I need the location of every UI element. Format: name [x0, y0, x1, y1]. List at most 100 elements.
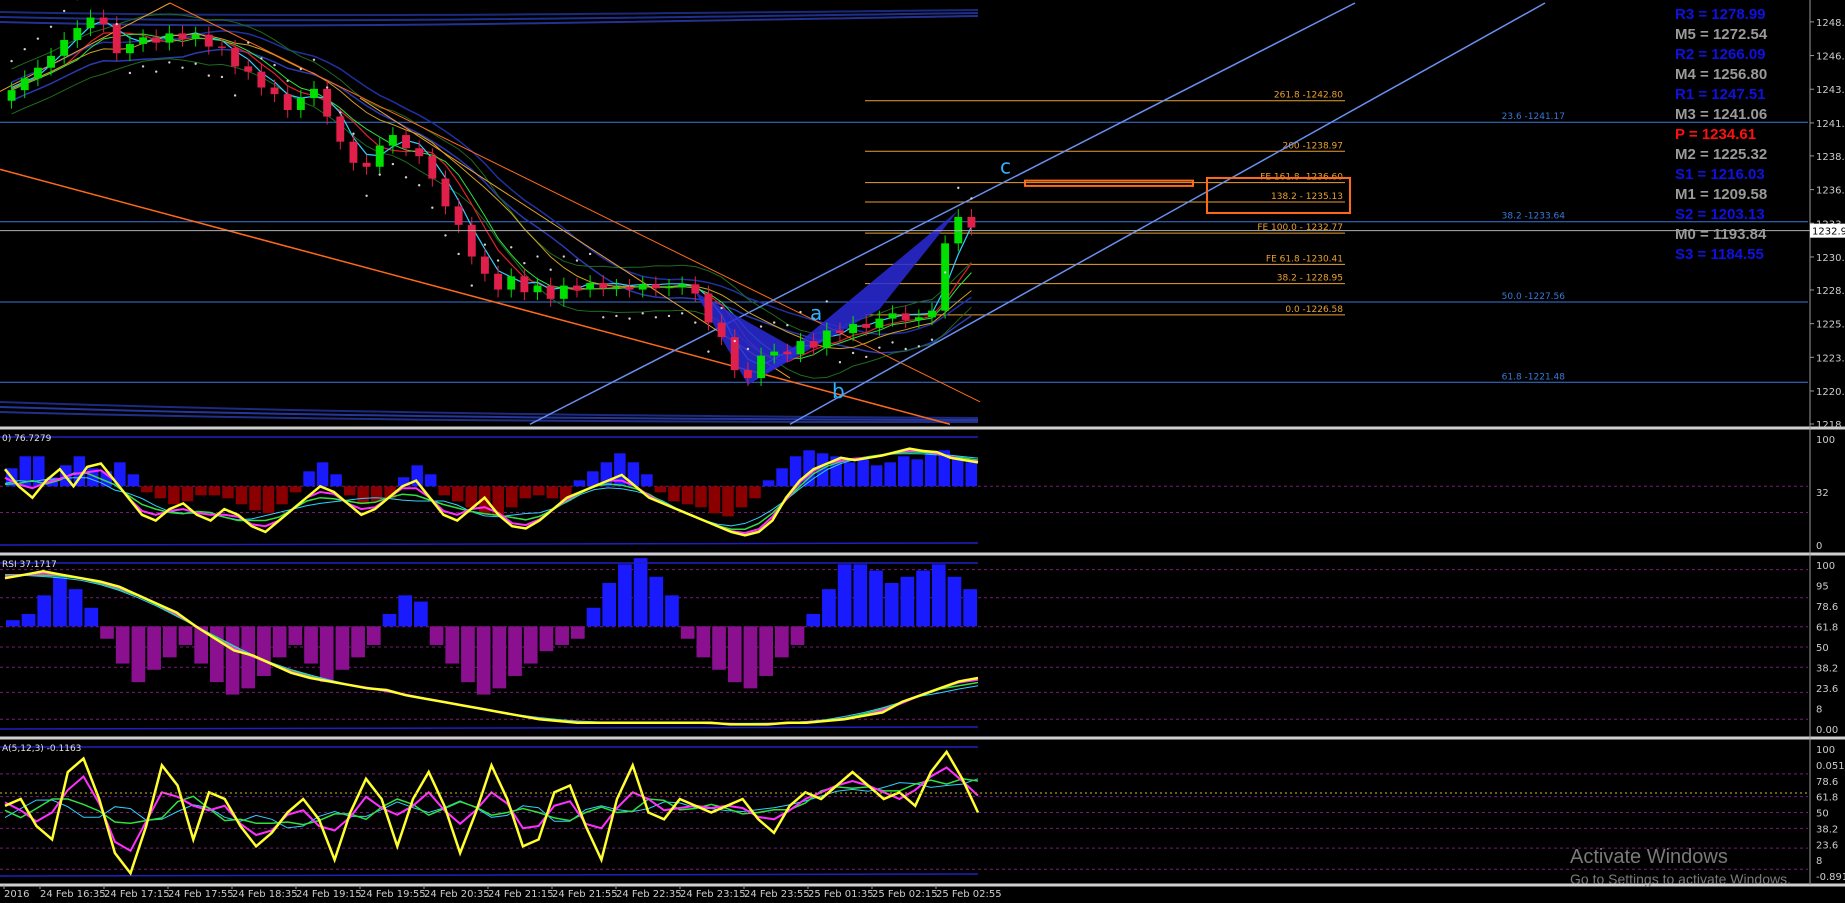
- histogram-bar: [870, 465, 883, 487]
- fib-level-label: 138.2 - 1235.13: [1271, 192, 1343, 202]
- time-axis-label: 25 Feb 01:35: [808, 889, 874, 900]
- histogram-bar: [743, 626, 758, 689]
- psar-dot: [220, 75, 224, 79]
- histogram-bar: [208, 486, 221, 496]
- osc-axis-label: 50: [1816, 643, 1829, 654]
- pivot-level-value: 1193.84: [1712, 226, 1767, 243]
- pivot-level-value: 1266.09: [1711, 46, 1766, 63]
- candle-body: [783, 351, 792, 355]
- fib-level-label: 38.2 - 1228.95: [1277, 274, 1343, 284]
- candle-body: [283, 94, 292, 110]
- candle-body: [586, 282, 595, 290]
- pivot-level-value: 1247.51: [1711, 86, 1766, 103]
- histogram-bar: [602, 582, 617, 627]
- psar-dot: [943, 271, 947, 274]
- candle-body: [757, 355, 765, 379]
- candle-body: [507, 276, 516, 290]
- pivot-level-equals: =: [1695, 66, 1713, 83]
- pivot-level-m5: M5 = 1272.54: [1675, 25, 1840, 45]
- psar-dot: [181, 66, 184, 69]
- pivot-level-equals: =: [1684, 126, 1702, 143]
- histogram-bar: [857, 459, 869, 487]
- pivot-level-equals: =: [1695, 226, 1713, 243]
- pivot-level-label: S2: [1675, 206, 1694, 223]
- time-axis-label: 24 Feb 16:35: [40, 889, 106, 900]
- pivot-level-r3: R3 = 1278.99: [1675, 5, 1840, 25]
- psar-dot: [786, 324, 789, 327]
- histogram-bar: [141, 486, 153, 493]
- osc-axis-label: 0.0518: [1816, 761, 1845, 772]
- candle-body: [494, 273, 503, 290]
- osc-axis-label: 95: [1816, 582, 1829, 593]
- osc-axis-label: 100: [1816, 745, 1835, 756]
- histogram-bar: [316, 462, 329, 487]
- histogram-bar: [366, 626, 381, 645]
- candle-body: [665, 286, 673, 289]
- histogram-bar: [774, 626, 789, 658]
- osc-axis-label: 61.8: [1816, 623, 1838, 634]
- time-axis-label: 24 Feb 23:55: [744, 889, 810, 900]
- histogram-bar: [451, 486, 464, 502]
- histogram-bar: [398, 595, 413, 627]
- pivot-level-equals: =: [1695, 146, 1713, 163]
- retracement-label: 38.2 -1233.64: [1502, 212, 1566, 222]
- psar-dot: [128, 71, 132, 75]
- psar-dot: [260, 57, 263, 60]
- histogram-bar: [555, 626, 569, 645]
- psar-dot: [470, 284, 473, 287]
- psar-dot: [825, 300, 828, 303]
- chart-stage[interactable]: 1248.771246.221243.671241.121238.621236.…: [0, 0, 1845, 903]
- histogram-bar: [897, 456, 910, 487]
- psar-dot: [141, 65, 145, 68]
- histogram-bar: [370, 486, 383, 502]
- psar-dot: [759, 325, 763, 328]
- psar-dot: [667, 314, 671, 318]
- retracement-label: 23.6 -1241.17: [1502, 112, 1565, 122]
- candle-body: [559, 285, 568, 299]
- histogram-bar: [570, 626, 585, 639]
- psar-dot: [904, 347, 907, 351]
- histogram-bar: [21, 613, 36, 627]
- candle-body: [638, 284, 647, 290]
- candle-body: [678, 284, 687, 287]
- price-axis-label: 1228.47: [1816, 286, 1845, 297]
- pivot-level-m0: M0 = 1193.84: [1675, 225, 1840, 245]
- histogram-bar: [853, 564, 868, 627]
- price-axis-label: 1223.37: [1816, 353, 1845, 364]
- histogram-bar: [806, 613, 821, 627]
- histogram-bar: [822, 589, 836, 627]
- pivot-level-value: 1278.99: [1711, 6, 1766, 23]
- osc-axis-label: 78.6: [1816, 777, 1838, 788]
- histogram-bar: [735, 486, 748, 508]
- psar-dot: [62, 9, 66, 13]
- retracement-label: 50.0 -1227.56: [1502, 292, 1566, 302]
- psar-dot: [233, 94, 237, 97]
- pivot-level-p: P = 1234.61: [1675, 125, 1840, 145]
- activate-windows-watermark: Activate Windows Go to Settings to activ…: [1570, 846, 1791, 887]
- psar-dot: [746, 347, 750, 351]
- candle-body: [73, 28, 82, 40]
- pivot-level-equals: =: [1694, 6, 1712, 23]
- histogram-bar: [235, 486, 248, 505]
- pivot-level-value: 1234.61: [1701, 126, 1757, 143]
- candle-body: [835, 330, 844, 334]
- wave-label-a: a: [810, 301, 822, 325]
- histogram-bar: [586, 607, 601, 627]
- psar-dot: [654, 316, 658, 319]
- histogram-bar: [618, 564, 632, 627]
- candle-body: [533, 285, 542, 293]
- histogram-bar: [492, 626, 507, 689]
- histogram-bar: [965, 462, 977, 487]
- candle-body: [270, 87, 279, 95]
- pivot-level-value: 1272.54: [1712, 26, 1768, 43]
- chart-svg[interactable]: 1248.771246.221243.671241.121238.621236.…: [0, 0, 1845, 903]
- histogram-bar: [519, 486, 532, 499]
- osc-axis-label: 50: [1816, 809, 1829, 820]
- candle-body: [310, 88, 318, 99]
- osc-axis-label: 0.00: [1816, 725, 1838, 736]
- psar-dot: [444, 234, 447, 237]
- psar-dot: [799, 310, 802, 314]
- candle-body: [441, 178, 450, 207]
- histogram-bar: [649, 576, 664, 627]
- osc-label: 0) 76.7279: [2, 434, 52, 444]
